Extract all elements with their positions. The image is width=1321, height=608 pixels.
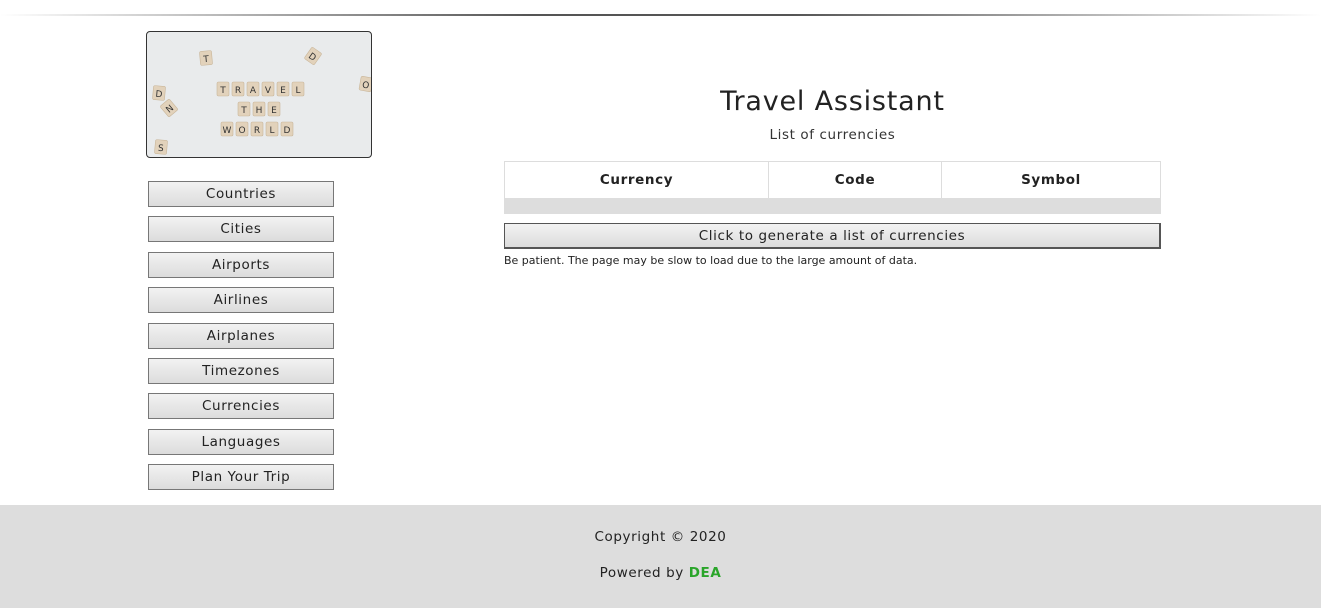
letter-tile: R (250, 121, 264, 137)
letter-tile: V (261, 81, 275, 97)
brand-link[interactable]: DEA (689, 565, 722, 581)
letter-tile: D (280, 121, 294, 137)
letter-tile: E (276, 81, 290, 97)
letter-tile: L (291, 81, 305, 97)
letter-tile: S (154, 139, 168, 155)
currency-table: Currency Code Symbol (504, 161, 1161, 214)
sidebar-nav: Countries Cities Airports Airlines Airpl… (148, 181, 334, 500)
nav-airports-button[interactable]: Airports (148, 251, 334, 278)
column-header-currency: Currency (504, 161, 769, 199)
letter-tile: R (231, 81, 245, 97)
nav-countries-button[interactable]: Countries (148, 181, 334, 207)
empty-cell (504, 198, 1161, 214)
letter-tile: E (267, 101, 281, 117)
svg-text:W: W (223, 126, 232, 136)
page-title: Travel Assistant (720, 86, 945, 117)
loading-note: Be patient. The page may be slow to load… (504, 254, 918, 267)
powered-by-label: Powered by (599, 565, 689, 581)
nav-languages-button[interactable]: Languages (148, 428, 334, 455)
letter-tile: W (220, 121, 234, 137)
letter-tile: L (265, 121, 279, 137)
letter-tile: D (304, 47, 322, 65)
powered-by: Powered by DEA (0, 565, 1321, 581)
page-subtitle: List of currencies (769, 127, 896, 143)
svg-text:H: H (256, 106, 263, 116)
nav-cities-button[interactable]: Cities (148, 216, 334, 243)
nav-timezones-button[interactable]: Timezones (148, 357, 334, 384)
svg-text:T: T (219, 86, 226, 96)
column-header-code: Code (768, 161, 942, 199)
main-content: Travel Assistant List of currencies Curr… (504, 84, 1161, 267)
letter-tile: T (199, 50, 213, 66)
nav-plan-trip-button[interactable]: Plan Your Trip (148, 464, 334, 491)
site-logo: TDTRAVELTHEWORLDDNSO (146, 31, 372, 158)
svg-text:D: D (155, 90, 163, 101)
letter-tile: T (216, 81, 230, 97)
svg-text:L: L (295, 86, 300, 96)
table-header-row: Currency Code Symbol (504, 161, 1161, 199)
nav-airplanes-button[interactable]: Airplanes (148, 322, 334, 349)
letter-tile: A (246, 81, 260, 97)
svg-text:S: S (158, 144, 165, 154)
letter-tile: N (160, 99, 178, 117)
footer: Copyright © 2020 Powered by DEA (0, 505, 1321, 608)
svg-text:E: E (280, 86, 286, 96)
travel-the-world-image: T DT R A V E LT H EW O R L DDNSO (152, 47, 371, 155)
empty-table-row (504, 198, 1161, 214)
generate-currencies-button[interactable]: Click to generate a list of currencies (504, 223, 1161, 249)
top-divider (0, 14, 1321, 16)
svg-text:O: O (238, 126, 245, 136)
letter-tile: O (235, 121, 249, 137)
letter-tile: H (252, 101, 266, 117)
svg-text:L: L (269, 126, 274, 136)
svg-text:R: R (254, 126, 260, 136)
svg-text:V: V (265, 86, 272, 96)
column-header-symbol: Symbol (941, 161, 1161, 199)
letter-tile: D (152, 85, 166, 101)
letter-tile: O (358, 76, 371, 92)
letter-tile: T (237, 101, 251, 117)
svg-text:T: T (240, 106, 247, 116)
svg-text:A: A (250, 86, 257, 96)
nav-airlines-button[interactable]: Airlines (148, 287, 334, 314)
svg-text:D: D (284, 126, 291, 136)
nav-currencies-button[interactable]: Currencies (148, 393, 334, 420)
svg-text:R: R (235, 86, 241, 96)
svg-text:E: E (271, 106, 277, 116)
copyright-text: Copyright © 2020 (594, 529, 727, 545)
